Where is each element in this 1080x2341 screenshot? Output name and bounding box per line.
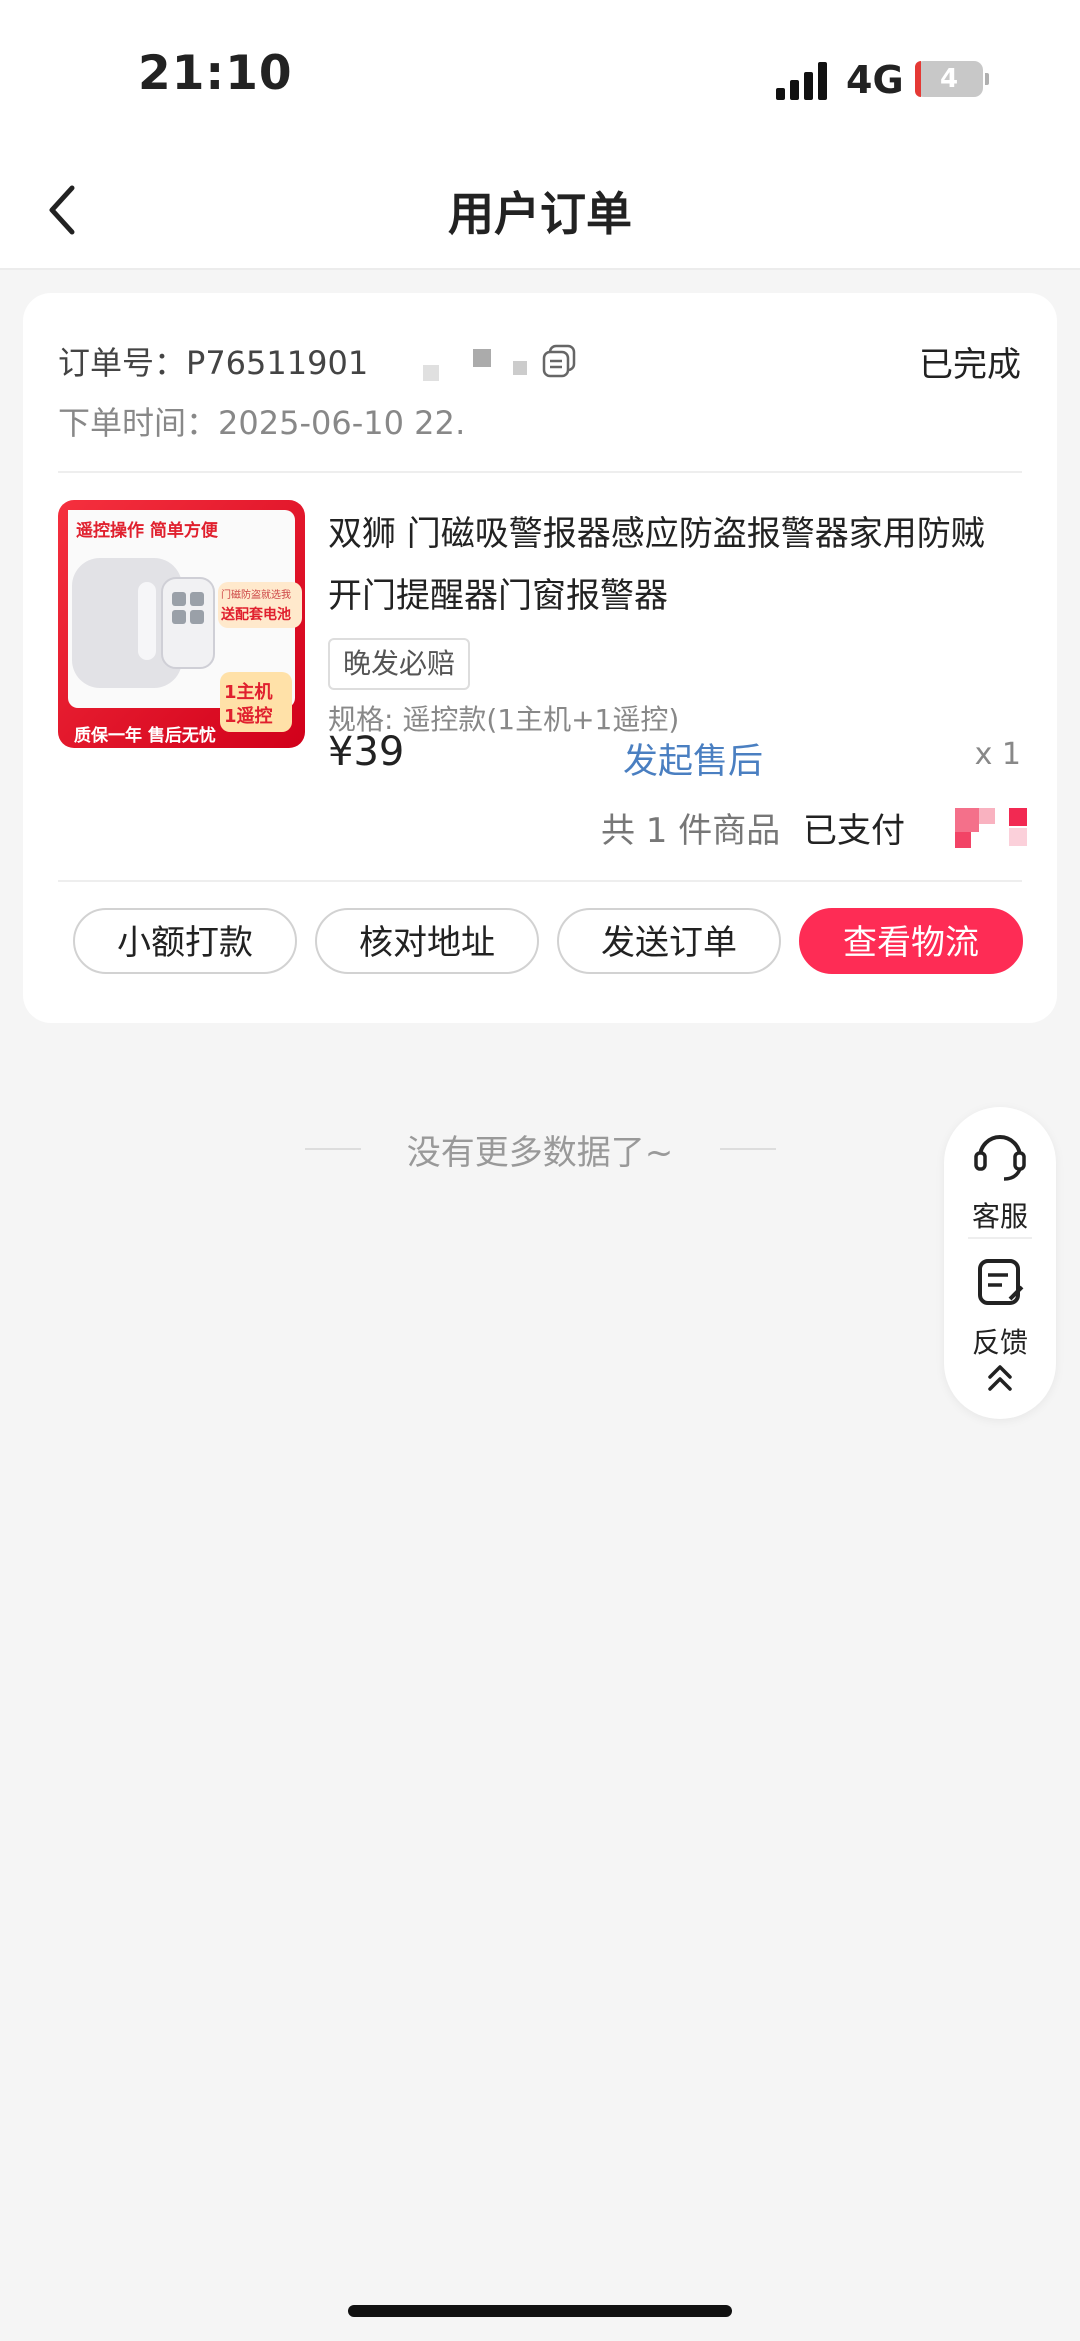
verify-address-button[interactable]: 核对地址: [315, 908, 539, 974]
paid-label: 已支付: [803, 811, 905, 851]
product-image-banner-top: 遥控操作 简单方便: [76, 521, 218, 541]
product-quantity: x 1: [974, 737, 1021, 772]
divider-right: [720, 1148, 776, 1150]
battery-icon: 4: [915, 61, 989, 97]
small-payment-button[interactable]: 小额打款: [73, 908, 297, 974]
order-card: 订单号：P765119012… 已完成 下单时间：2025-06-10 22…: [23, 293, 1057, 1023]
copy-icon[interactable]: [541, 343, 577, 379]
back-to-top-icon[interactable]: [980, 1359, 1020, 1399]
customer-service-label: 客服: [971, 1200, 1028, 1233]
feedback-icon: [978, 1259, 1024, 1305]
paid-amount-redaction: [955, 832, 971, 848]
order-time: 2025-06-10 22…: [218, 404, 487, 442]
feedback-button[interactable]: 反馈: [944, 1251, 1056, 1361]
divider: [58, 471, 1022, 473]
feedback-label: 反馈: [971, 1326, 1028, 1359]
divider: [58, 880, 1022, 882]
status-bar: 21:10 4G 4: [0, 0, 1080, 150]
order-number-row: 订单号：P765119012…: [58, 338, 421, 384]
paid-amount-redaction: [955, 808, 979, 832]
redaction-pixel: [473, 349, 491, 367]
battery-level: 4: [939, 64, 959, 94]
redaction-pixel: [423, 365, 439, 381]
total-item-count: 共 1 件商品: [601, 811, 781, 851]
home-indicator[interactable]: [348, 2305, 732, 2317]
order-status: 已完成: [919, 345, 1021, 385]
header: 用户订单: [0, 150, 1080, 270]
product-image-kit-1: 1主机: [224, 682, 273, 703]
redaction-pixel: [513, 361, 527, 375]
product-image-badge-2: 送配套电池: [221, 607, 291, 623]
product-price: ¥39: [328, 729, 405, 775]
order-time-redaction: [463, 393, 573, 441]
order-time-row: 下单时间：2025-06-10 22…: [58, 398, 487, 444]
product-tag: 晚发必赔: [328, 638, 471, 690]
after-sale-link[interactable]: 发起售后: [623, 733, 763, 784]
order-time-label: 下单时间：: [58, 404, 219, 442]
paid-amount-redaction: [1009, 808, 1027, 826]
paid-amount-redaction: [979, 808, 995, 824]
page-title: 用户订单: [448, 187, 632, 241]
paid-amount-redaction: [1009, 828, 1027, 846]
customer-service-button[interactable]: 客服: [944, 1123, 1056, 1233]
product-image-kit-2: 1遥控: [224, 706, 273, 727]
send-order-button[interactable]: 发送订单: [557, 908, 781, 974]
cellular-signal-icon: [776, 62, 828, 100]
product-image-badge-1: 门磁防盗就选我: [221, 590, 291, 601]
status-time: 21:10: [138, 46, 293, 101]
product-image-banner-bottom: 质保一年 售后无忧: [74, 726, 216, 746]
view-logistics-button[interactable]: 查看物流: [799, 908, 1023, 974]
order-number-label: 订单号：: [58, 344, 187, 382]
floating-panel: 客服 反馈: [944, 1107, 1056, 1419]
no-more-data: 没有更多数据了~: [406, 1133, 674, 1173]
network-type: 4G: [846, 58, 904, 102]
headset-icon: [974, 1135, 1026, 1181]
product-image[interactable]: 遥控操作 简单方便 门磁防盗就选我 送配套电池 1主机 1遥控 质保一年 售后无…: [58, 500, 305, 748]
product-title[interactable]: 双狮 门磁吸警报器感应防盗报警器家用防贼开门提醒器门窗报警器: [328, 503, 1018, 627]
divider: [968, 1237, 1032, 1239]
